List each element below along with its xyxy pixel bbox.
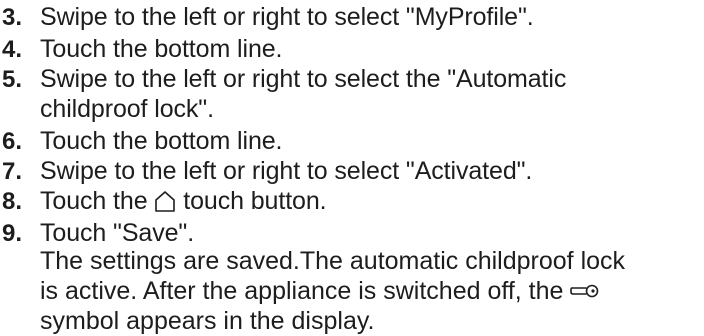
step-text: Swipe to the left or right to select the…: [40, 64, 566, 124]
result-line-text: is active. After the appliance is switch…: [40, 277, 564, 305]
step-number: 4.: [2, 36, 23, 63]
step-text-after-icon: touch button.: [183, 187, 327, 215]
step-text-before-icon: Touch the: [40, 187, 148, 215]
step-number: 6.: [2, 128, 23, 155]
step-number: 8.: [2, 188, 23, 215]
step-result: The settings are saved.The automatic chi…: [40, 246, 625, 336]
step-text-line: childproof lock".: [40, 95, 214, 123]
step-3: 3. Swipe to the left or right to select …: [0, 2, 704, 33]
step-7: 7. Swipe to the left or right to select …: [0, 156, 704, 187]
step-text: Touch the bottom line.: [40, 35, 283, 63]
step-text: Swipe to the left or right to select "My…: [40, 3, 534, 31]
home-icon: [154, 190, 176, 212]
step-number: 7.: [2, 158, 23, 185]
instruction-steps: 3. Swipe to the left or right to select …: [0, 0, 704, 335]
step-6: 6. Touch the bottom line.: [0, 126, 704, 157]
step-text: Touch the touch button.: [40, 186, 327, 216]
step-text: Swipe to the left or right to select "Ac…: [40, 157, 533, 185]
step-5: 5. Swipe to the left or right to select …: [0, 64, 704, 124]
key-icon: [570, 284, 600, 298]
step-9: 9. Touch "Save".: [0, 218, 704, 249]
step-4: 4. Touch the bottom line.: [0, 34, 704, 65]
result-line: symbol appears in the display.: [40, 307, 375, 335]
step-text: Touch the bottom line.: [40, 127, 283, 155]
step-number: 5.: [2, 66, 23, 93]
result-line: is active. After the appliance is switch…: [40, 276, 625, 306]
step-number: 3.: [2, 4, 23, 31]
step-8: 8. Touch the touch button.: [0, 186, 704, 217]
result-line: The settings are saved.The automatic chi…: [40, 247, 626, 275]
step-number: 9.: [2, 220, 23, 247]
step-text-line: Swipe to the left or right to select the…: [40, 65, 567, 93]
step-text: Touch "Save".: [40, 219, 195, 247]
